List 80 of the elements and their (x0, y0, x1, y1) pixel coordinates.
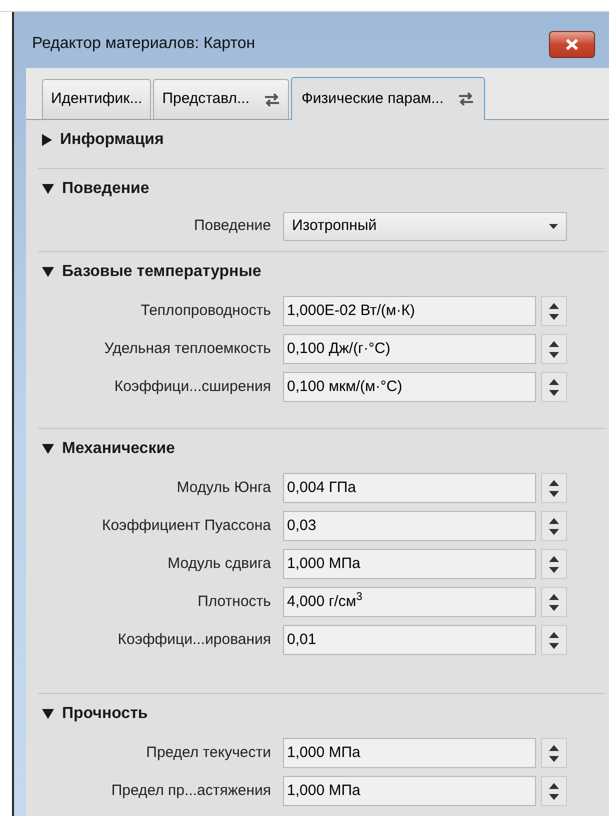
tab[interactable]: Идентифик... (42, 79, 152, 119)
value-field[interactable]: 0,100 Дж/(г·°C) (283, 334, 536, 364)
value-field[interactable]: 0,01 (283, 625, 536, 655)
collapse-triangle-icon[interactable] (42, 184, 54, 194)
field-value: 0,100 мкм/(м·°C) (287, 376, 402, 397)
value-field[interactable]: 1,000 МПа (283, 738, 536, 768)
value-field[interactable]: 0,03 (283, 511, 536, 541)
field-value: 0,100 Дж/(г·°C) (287, 338, 390, 359)
field-label: Плотность (196, 592, 272, 612)
up-arrow-icon (549, 556, 559, 562)
spin-buttons[interactable] (541, 625, 567, 655)
close-icon (565, 38, 579, 50)
field-label: Модуль сдвига (166, 554, 272, 574)
spin-buttons[interactable] (541, 587, 567, 617)
value-field[interactable]: 0,004 ГПа (283, 473, 536, 503)
collapse-triangle-icon[interactable] (42, 709, 54, 719)
tab[interactable]: Представл... (153, 79, 289, 119)
down-arrow-icon (549, 390, 559, 396)
field-value: 1,000 МПа (287, 780, 360, 801)
value-field[interactable]: 1,000 МПа (283, 549, 536, 579)
down-arrow-icon (549, 794, 559, 800)
section-title: Механические (62, 439, 175, 459)
down-arrow-icon (549, 604, 559, 610)
field-value: 1,000 МПа (287, 742, 360, 763)
dropdown-caret-icon (549, 224, 558, 228)
section-title: Прочность (62, 704, 148, 724)
value-field[interactable]: 0,100 мкм/(м·°C) (283, 372, 536, 402)
field-value: 0,004 ГПа (287, 478, 356, 498)
field-label: Предел текучести (145, 742, 272, 763)
field-label: Коэффици...ирования (116, 630, 272, 650)
spin-buttons[interactable] (541, 738, 567, 768)
section-title: Поведение (62, 179, 150, 199)
field-label: Коэффициент Пуассона (100, 516, 272, 536)
section-title: Информация (60, 130, 164, 150)
up-arrow-icon (549, 518, 559, 524)
spin-buttons[interactable] (541, 473, 567, 503)
up-arrow-icon (549, 340, 559, 346)
behavior-dropdown[interactable]: Изотропный (283, 212, 567, 240)
dropdown-value: Изотропный (292, 216, 377, 236)
field-value: 1,000E-02 Вт/(м·К) (287, 300, 415, 321)
window-title: Редактор материалов: Картон (32, 34, 256, 54)
down-arrow-icon (549, 352, 559, 358)
section-title: Базовые температурные (62, 262, 262, 282)
value-field[interactable]: 1,000 МПа (283, 776, 536, 806)
close-button[interactable] (549, 30, 595, 58)
up-arrow-icon (549, 632, 559, 638)
tab[interactable]: Физические парам... (290, 77, 485, 120)
value-field[interactable]: 4,000 г/см$^{3}$ (283, 587, 536, 617)
value-field[interactable]: 1,000E-02 Вт/(м·К) (283, 296, 536, 326)
spin-buttons[interactable] (541, 372, 567, 402)
spin-buttons[interactable] (541, 511, 567, 541)
down-arrow-icon (549, 756, 559, 762)
up-arrow-icon (549, 480, 559, 486)
up-arrow-icon (549, 744, 559, 750)
collapse-triangle-icon[interactable] (42, 267, 54, 277)
field-label: Теплопроводность (140, 300, 272, 321)
field-value: 0,03 (287, 516, 316, 536)
collapse-triangle-icon[interactable] (42, 444, 54, 454)
spin-buttons[interactable] (541, 549, 567, 579)
field-value: 1,000 МПа (287, 554, 360, 574)
field-label: Предел пр...астяжения (110, 780, 272, 801)
up-arrow-icon (549, 378, 559, 384)
down-arrow-icon (549, 528, 559, 534)
up-arrow-icon (549, 302, 559, 308)
spin-buttons[interactable] (541, 334, 567, 364)
down-arrow-icon (549, 314, 559, 320)
up-arrow-icon (549, 594, 559, 600)
field-value: 4,000 г/см$^{3}$ (287, 590, 362, 612)
field-label: Удельная теплоемкость (103, 338, 272, 359)
field-value: 0,01 (287, 630, 316, 650)
expand-triangle-icon[interactable] (42, 134, 52, 146)
spin-buttons[interactable] (541, 296, 567, 326)
field-label: Поведение (192, 216, 272, 236)
down-arrow-icon (549, 566, 559, 572)
down-arrow-icon (549, 490, 559, 496)
field-label: Коэффици...сширения (113, 376, 272, 397)
down-arrow-icon (549, 642, 559, 648)
field-label: Модуль Юнга (176, 478, 272, 498)
up-arrow-icon (549, 782, 559, 788)
spin-buttons[interactable] (541, 776, 567, 806)
